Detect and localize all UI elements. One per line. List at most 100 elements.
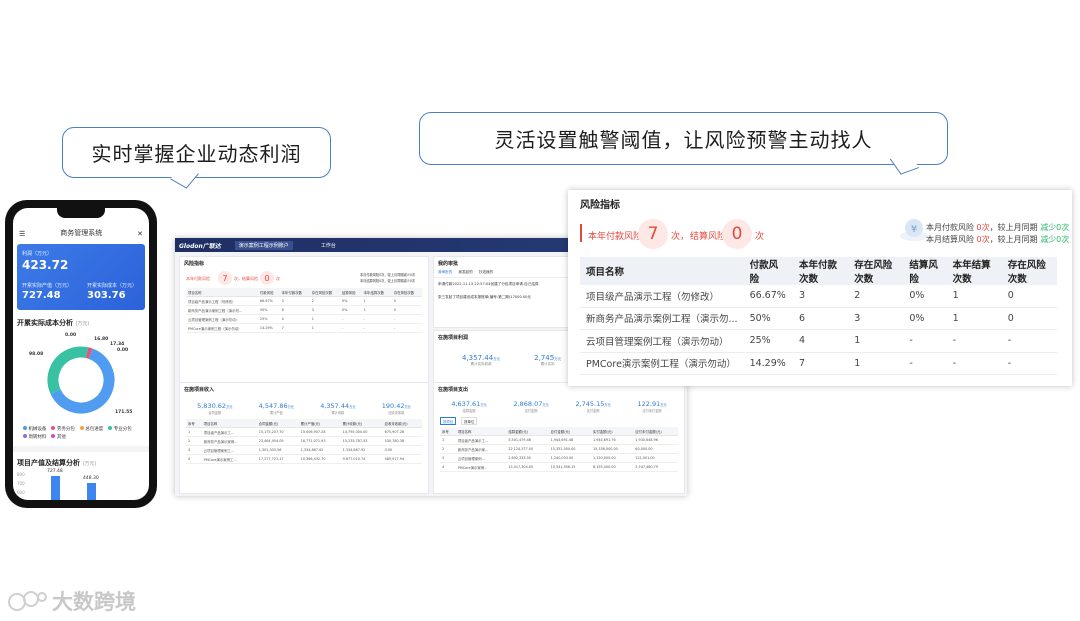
- bubble-left: 实时掌握企业动态利润: [62, 127, 331, 189]
- table-row[interactable]: 2 新商务产品演示案... 22,124,377.00 15,351,000.00 15…: [440, 444, 678, 454]
- tab-cc-me[interactable]: 抄送我的: [479, 270, 493, 275]
- expense-stat: 4,637.61万元 结算金额: [451, 400, 487, 413]
- expense-stat: 2,868.07万元 应付金额: [513, 400, 549, 413]
- y-tick: 700: [17, 481, 25, 486]
- risk-title: 风险指标: [580, 200, 620, 211]
- risk-count-link[interactable]: 2: [848, 285, 904, 308]
- bubble-left-text: 实时掌握企业动态利润: [91, 142, 302, 166]
- donut-label: 0.00: [117, 348, 129, 353]
- donut-label: 171.55: [115, 410, 133, 415]
- table-row[interactable]: 3 云项目管理案例... 2,692,333.00 1,240,003.00 1,120…: [440, 453, 678, 463]
- legend-item: 专业分包: [108, 426, 132, 432]
- donut-label: 17.34: [110, 342, 125, 347]
- mini-note-2: 本月结算风险0次，较上月同期减少0次: [360, 279, 416, 283]
- risk-settle-count: 0: [722, 219, 752, 249]
- expense-table: 序号 项目名称 结算金额(元) 应付金额(元) 实付金额(元) 应付未付金额(元) 1 项目…: [440, 427, 678, 472]
- income-stat: 4,547.86万元 累计产值: [258, 402, 294, 415]
- donut-legend: 机械设备 劳务分包 总包进度 专业分包 周转材料 其他: [13, 426, 149, 440]
- donut-label: 0.00: [65, 333, 77, 338]
- metric-cost-label: 开累实际成本（万元）: [87, 283, 138, 289]
- profit-stat: 4,357.44万元 累计实际收款: [462, 354, 501, 366]
- phone-app-title: 商务管理系统: [60, 229, 103, 237]
- bar-label: 727.48: [47, 469, 63, 474]
- table-row[interactable]: 1 项目级产品演示工... 15,175,207.70 15,006,907.28 14…: [186, 427, 422, 437]
- table-row[interactable]: PMCore演示案例工程（演示勿动） 14.29% 7 1- - -: [580, 352, 1057, 375]
- mini-risk-title: 风险指标: [184, 261, 205, 267]
- table-row[interactable]: 4 PMCore演示案例... 15,017,304.00 10,541,556.15…: [440, 462, 678, 472]
- income-stat: 4,357.44万元 累计收款: [320, 402, 356, 415]
- metric-output-label: 开累实际产值（万元）: [22, 283, 73, 289]
- y-tick: 800: [17, 472, 25, 477]
- risk-pay-unit: 次，: [671, 232, 690, 242]
- legend-item: 周转材料: [23, 434, 46, 440]
- tab-by-project[interactable]: 按项目: [440, 417, 457, 425]
- risk-indicator-panel: 风险指标 本年付款风险 7 次， 结算风险 0 次 ¥ 本月付款风险 0次，较上…: [568, 190, 1072, 386]
- mini-risk-panel: 风险指标 本年付款风险 7 次， 结算风险 0 次 本月付款风险0次，较上月同期…: [179, 256, 429, 388]
- close-icon[interactable]: ✕: [137, 230, 143, 238]
- table-row[interactable]: 新商务产品演示案例工程（演示勿... 50% 6 3 0% 1 0: [580, 307, 1057, 330]
- risk-count-link[interactable]: 1: [848, 352, 904, 375]
- brand-logo: Glodon广联达: [179, 242, 221, 250]
- risk-note-pay: 本月付款风险 0次，较上月同期 减少0次: [926, 223, 1070, 232]
- mini-risk-table: 项目名称 付款风险 本年付款次数 存在风险次数 结算风险 本年结算次数 存在风险次数 项目级…: [186, 288, 422, 333]
- mini-risk-table-wrap: 项目名称 付款风险 本年付款次数 存在风险次数 结算风险 本年结算次数 存在风险次数 项目级…: [180, 288, 428, 333]
- profit-stat: 2,745万元 累计实际: [534, 354, 562, 366]
- risk-settle-unit: 次: [755, 232, 765, 242]
- donut-label: 98.08: [29, 352, 44, 357]
- metric-output-value: 727.48: [22, 290, 61, 301]
- phone-summary-card: 利润（万元） 423.72 开累实际产值（万元） 727.48 开累实际成本（万…: [17, 244, 145, 310]
- tab-my-approval[interactable]: 我审批的: [438, 270, 452, 275]
- svg-text:¥: ¥: [911, 224, 917, 235]
- cost-section-title: 开累实际成本分析 (万元): [17, 319, 90, 327]
- income-stat: 5,830.62万元 合同金额: [197, 402, 233, 415]
- mini-risk-summary: 本年付款风险 7 次， 结算风险 0 次 本月付款风险0次，较上月同期减少0次 …: [186, 271, 416, 285]
- metric-profit-label: 利润（万元）: [22, 251, 53, 257]
- menu-workbench[interactable]: 工作台: [321, 242, 336, 249]
- tab-my-initiated[interactable]: 我发起的: [458, 270, 472, 275]
- table-row[interactable]: 1 项目级产品演示工... 5,501,479.46 1,944,691.48 1,94…: [440, 435, 678, 445]
- menu-icon[interactable]: ☰: [19, 230, 25, 238]
- bubble-tail: [170, 164, 199, 189]
- risk-count-link[interactable]: 0: [1001, 307, 1057, 330]
- table-row[interactable]: 项目级产品演示工程（勿修改） 66.67% 3 2 0% 1 0: [580, 285, 1057, 308]
- risk-count-link[interactable]: 0: [1001, 285, 1057, 308]
- tab-by-unit[interactable]: 按单位: [461, 417, 478, 425]
- income-title: 在施项目收入: [184, 387, 215, 393]
- risk-count-link[interactable]: 1: [848, 329, 904, 353]
- bubble-right: 灵活设置触警阈值，让风险预警主动找人: [419, 112, 948, 175]
- table-row[interactable]: 新商务产品演示案例工程（演示勿... 50% 6 3 0% 1 0: [186, 305, 422, 315]
- bubble-right-text: 灵活设置触警阈值，让风险预警主动找人: [494, 128, 873, 152]
- risk-accent-bar: [580, 224, 582, 242]
- bar: [87, 483, 96, 500]
- bar-section-title: 项目产值及结算分析 (万元): [17, 459, 97, 467]
- risk-settle-label: 结算风险: [690, 232, 727, 242]
- table-row[interactable]: 2 新商务产品演示案例... 23,464,954.09 16,771,071.93 1…: [186, 436, 422, 446]
- expense-values: 4,637.61万元 结算金额 2,868.07万元 应付金额 2,745.15万元…: [434, 396, 684, 415]
- expense-stat: 122.91万元 应付未付金额: [637, 400, 667, 413]
- watermark: 大数跨境: [8, 586, 136, 616]
- risk-table: 项目名称 付款风险 本年付款次数 存在风险次数 结算风险 本年结算次数 存在风险…: [580, 257, 1057, 375]
- metric-profit-value: 423.72: [22, 258, 69, 272]
- table-row[interactable]: PMCore演示案例工程（演示勿动） 14.29% 7 1- - -: [186, 323, 422, 333]
- mini-settle-circle: 0: [260, 271, 274, 285]
- table-row[interactable]: 项目级产品演示工程（勿修改） 66.67% 3 2 0% 1 0: [186, 296, 422, 306]
- income-values: 5,830.62万元 合同金额 4,547.86万元 累计产值 4,357.44万元…: [180, 396, 428, 419]
- table-row[interactable]: 云项目管理案例工程（演示勿动） 25% 4 1- - -: [186, 314, 422, 324]
- income-table: 序号 项目名称 合同金额(元) 累计产值(元) 累计收款(元) 应收未收款(元) 1 项目级…: [186, 419, 422, 464]
- watermark-text: 大数跨境: [52, 590, 136, 614]
- legend-item: 总包进度: [79, 426, 103, 432]
- table-row[interactable]: 4 PMCore演示案例工... 17,277,721.17 10,366,432.7…: [186, 454, 422, 464]
- bar-chart: 800 700 600 500 727.48 448.30: [13, 469, 149, 500]
- table-row[interactable]: 云项目管理案例工程（演示勿动） 25% 4 1- - -: [580, 329, 1057, 353]
- expense-tabs: 按项目 按单位: [434, 415, 684, 427]
- income-stat: 190.42万元 应收未收款: [381, 402, 411, 415]
- risk-count-link[interactable]: 3: [848, 307, 904, 330]
- donut-label: 16.80: [94, 337, 109, 342]
- legend-item: 其他: [51, 434, 66, 440]
- table-row[interactable]: 3 云项目管理案例工... 1,301,303.56 1,334,867.92 1,33…: [186, 445, 422, 455]
- risk-table-header: 项目名称 付款风险 本年付款次数 存在风险次数 结算风险 本年结算次数 存在风险…: [580, 257, 1057, 285]
- income-panel: 在施项目收入 5,830.62万元 合同金额 4,547.86万元 累计产值 4,3…: [179, 382, 429, 494]
- project-selector[interactable]: 演示案例工程示例账户: [234, 240, 293, 250]
- income-table-wrap: 序号 项目名称 合同金额(元) 累计产值(元) 累计收款(元) 应收未收款(元) 1 项目级…: [180, 419, 428, 464]
- phone-screen: ☰ 商务管理系统 ✕ 利润（万元） 423.72 开累实际产值（万元） 727.…: [13, 208, 149, 500]
